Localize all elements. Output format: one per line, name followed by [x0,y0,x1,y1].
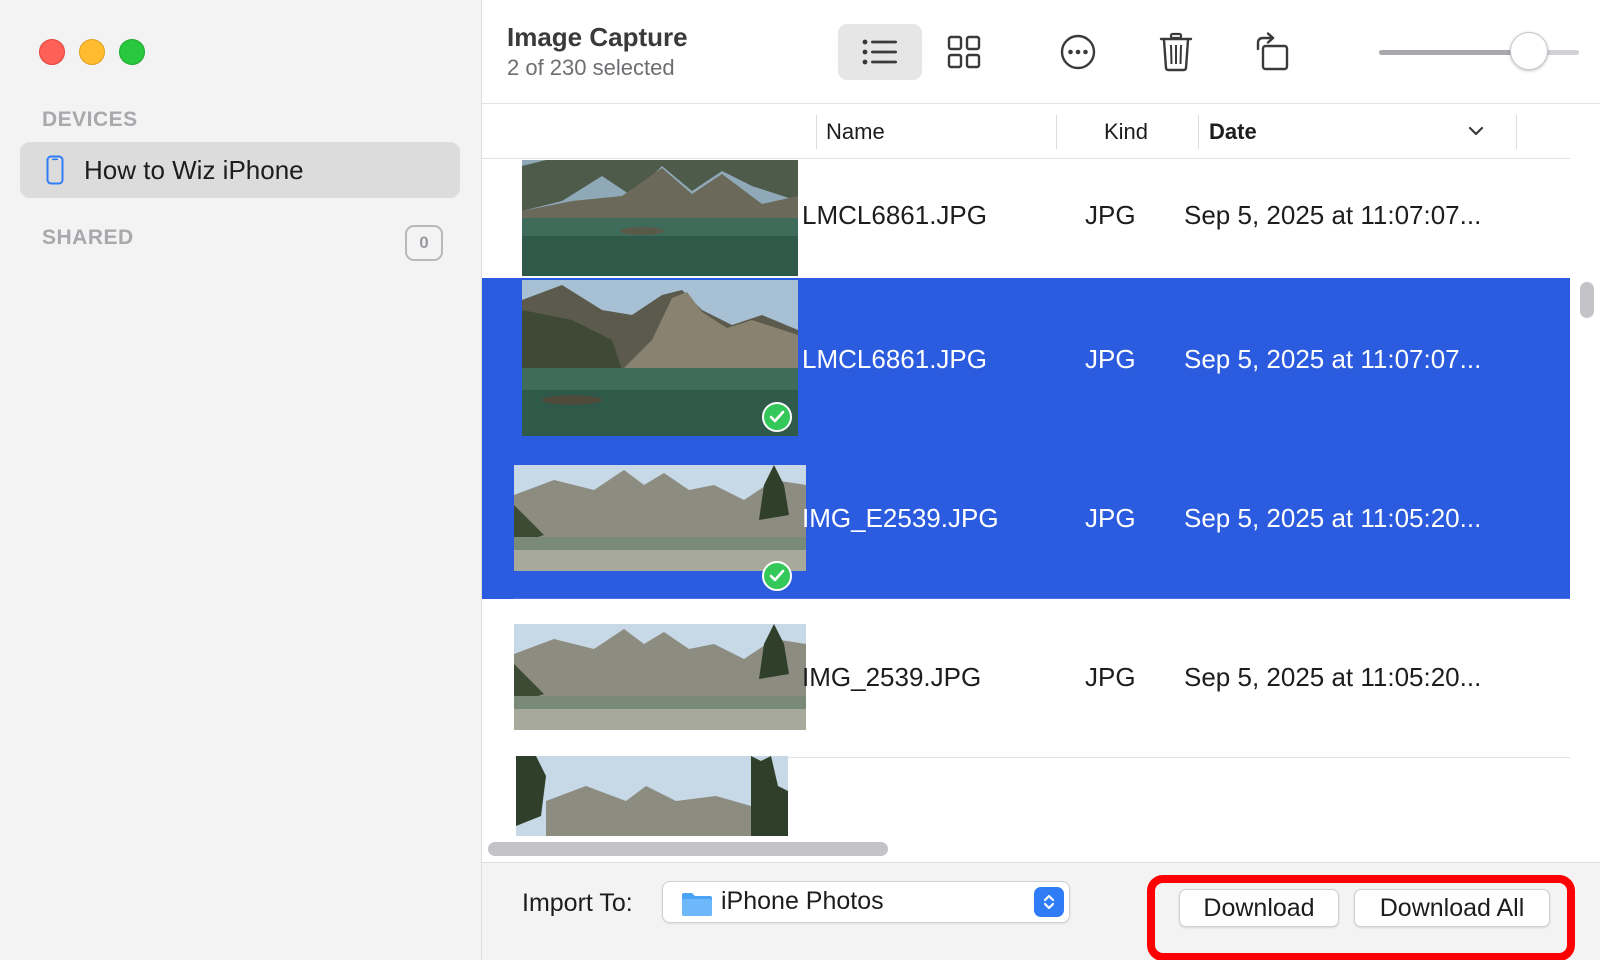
download-all-button[interactable]: Download All [1354,889,1550,927]
sidebar-item-device[interactable]: How to Wiz iPhone [20,142,460,198]
photo-thumbnail [514,624,806,730]
more-options-button[interactable] [1054,28,1102,76]
file-row[interactable]: IMG_2539.JPG JPG Sep 5, 2025 at 11:05:20… [482,596,1570,758]
horizontal-scrollbar-track [482,836,1570,860]
file-name: LMCL6861.JPG [802,344,987,374]
rotate-button[interactable] [1248,28,1296,76]
file-name: LMCL6861.JPG [802,200,987,230]
horizontal-scrollbar[interactable] [488,842,888,856]
footer-bar: Import To: iPhone Photos Download Downlo… [482,862,1600,960]
sidebar: DEVICES How to Wiz iPhone SHARED 0 [0,0,482,960]
import-destination-select[interactable]: iPhone Photos [662,881,1070,923]
trash-icon [1159,32,1193,72]
file-kind: JPG [1085,344,1136,374]
column-header-name[interactable]: Name [826,119,885,145]
minimize-window-button[interactable] [79,39,105,65]
file-kind: JPG [1085,200,1136,230]
grid-view-button[interactable] [922,24,1006,80]
photo-thumbnail [514,465,806,571]
download-button[interactable]: Download [1179,889,1339,927]
file-name: IMG_E2539.JPG [802,503,999,533]
selected-check-icon [762,402,792,432]
zoom-window-button[interactable] [119,39,145,65]
list-view-button[interactable] [838,24,922,80]
import-destination-value: iPhone Photos [721,887,884,915]
file-kind: JPG [1085,662,1136,692]
list-icon [862,39,897,65]
file-date: Sep 5, 2025 at 11:07:07... [1184,200,1482,230]
column-separator [1516,115,1517,149]
ellipsis-circle-icon [1060,34,1096,70]
thumbnail-size-slider[interactable] [1379,32,1579,70]
slider-knob[interactable] [1510,32,1548,70]
file-list[interactable]: LMCL6861.JPG JPG Sep 5, 2025 at 11:07:07… [482,160,1570,836]
selection-count: 2 of 230 selected [507,55,675,80]
photo-thumbnail [516,756,788,836]
grid-icon [947,35,981,69]
file-date: Sep 5, 2025 at 11:07:07... [1184,344,1482,374]
column-header-bar: Name Kind Date [482,105,1570,159]
selected-check-icon [762,561,792,591]
delete-button[interactable] [1152,28,1200,76]
slider-fill [1379,50,1529,55]
file-row[interactable] [482,756,1570,836]
column-separator [816,115,817,149]
select-stepper-icon [1034,887,1064,917]
file-row[interactable]: IMG_E2539.JPG JPG Sep 5, 2025 at 11:05:2… [482,437,1570,599]
shared-heading: SHARED [42,226,134,249]
toolbar: Image Capture 2 of 230 selected [482,0,1600,104]
file-name: IMG_2539.JPG [802,662,982,692]
folder-icon [682,893,712,916]
column-header-kind[interactable]: Kind [1104,119,1148,145]
file-date: Sep 5, 2025 at 11:05:20... [1184,662,1482,692]
column-header-date[interactable]: Date [1209,119,1257,145]
iphone-icon [46,155,64,185]
device-name: How to Wiz iPhone [84,154,304,185]
column-separator [1056,115,1057,149]
photo-thumbnail [522,280,798,436]
window-title: Image Capture [507,22,688,52]
vertical-scrollbar[interactable] [1580,282,1594,318]
close-window-button[interactable] [39,39,65,65]
photo-thumbnail [522,160,798,276]
column-separator [1198,115,1199,149]
file-row[interactable]: LMCL6861.JPG JPG Sep 5, 2025 at 11:07:07… [482,278,1570,440]
file-kind: JPG [1085,503,1136,533]
import-to-label: Import To: [522,889,633,917]
devices-heading: DEVICES [42,108,138,131]
rotate-left-icon [1256,32,1289,71]
chevron-down-icon[interactable] [1467,124,1485,138]
file-date: Sep 5, 2025 at 11:05:20... [1184,503,1482,533]
shared-count-badge: 0 [405,225,443,261]
